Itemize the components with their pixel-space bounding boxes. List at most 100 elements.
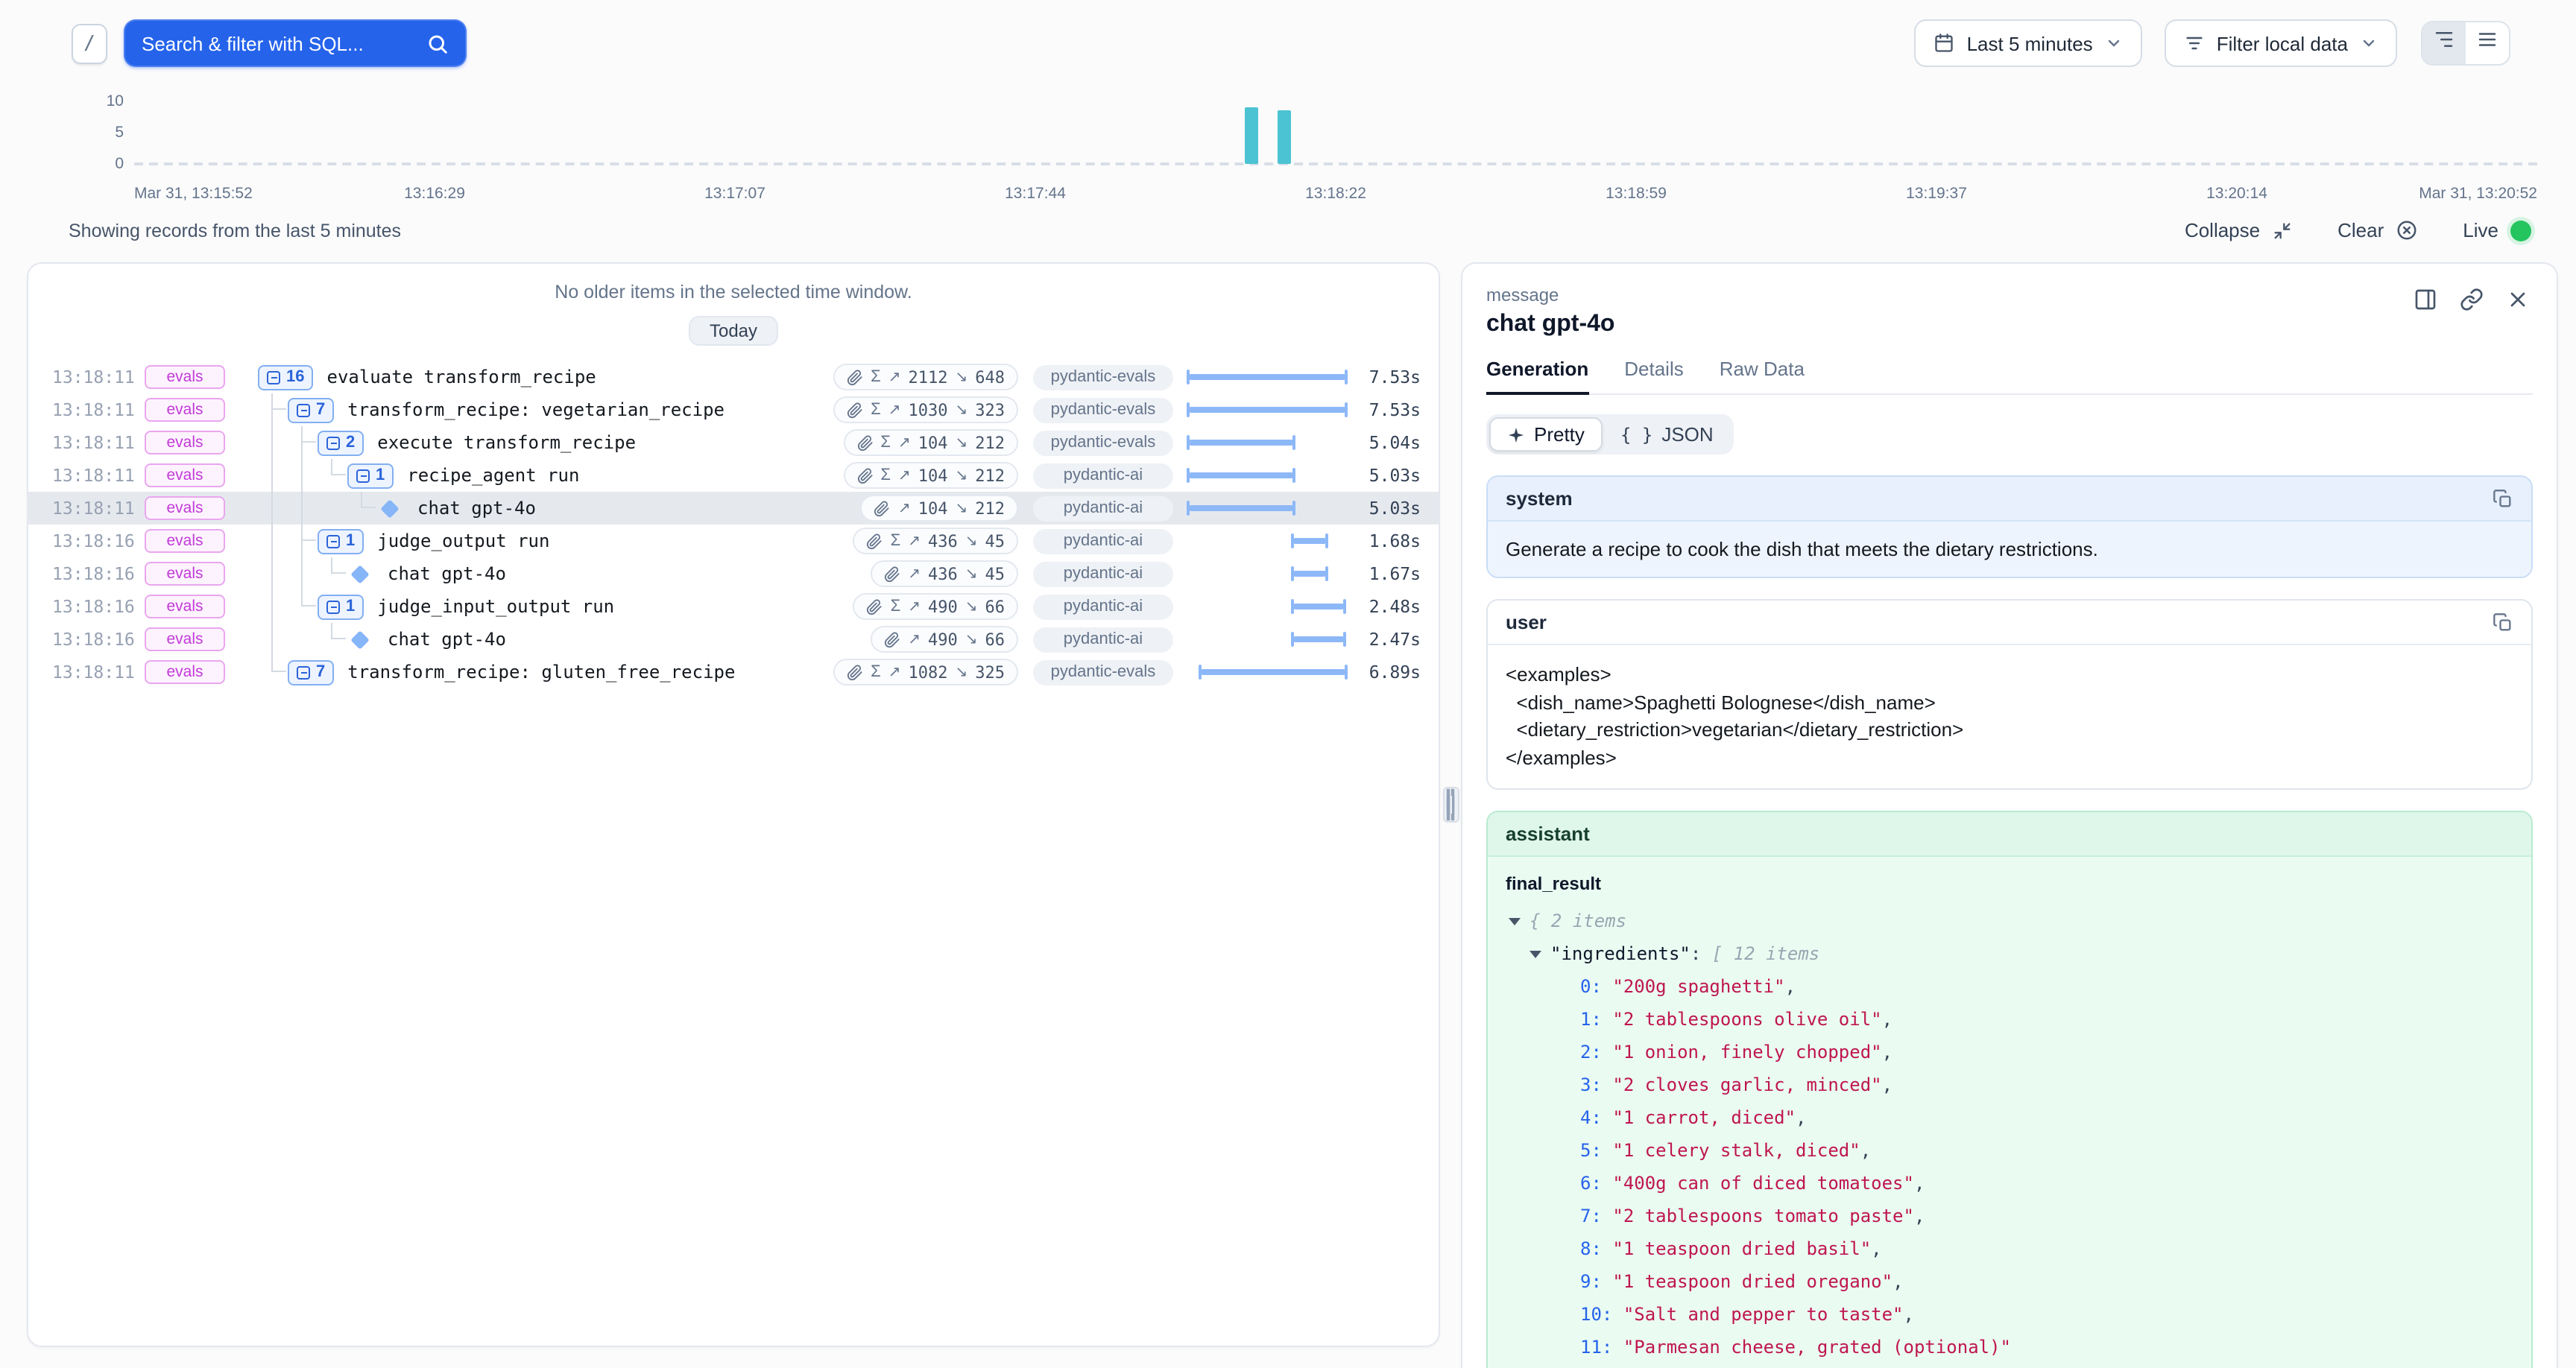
duration-track [1188,393,1346,426]
child-count: 7 [316,401,325,419]
tree-guide [258,492,288,525]
package-badge[interactable]: pydantic-ai [1033,463,1173,488]
package-badge[interactable]: pydantic-ai [1033,627,1173,652]
json-mode-button[interactable]: { } JSON [1603,417,1731,452]
package-badge[interactable]: pydantic-ai [1033,594,1173,619]
duration-label: 5.03s [1346,465,1421,486]
span-metadata-pill[interactable]: ↗104 ↘212 [861,495,1018,522]
span-metadata-pill[interactable]: Σ ↗104 ↘212 [843,462,1018,489]
live-toggle[interactable]: Live [2463,219,2531,241]
collapse-button[interactable]: Collapse [2185,219,2293,241]
package-badge[interactable]: pydantic-evals [1033,364,1173,390]
json-root-line[interactable]: { 2 items [1506,905,2513,937]
final-result-label: final_result [1506,873,2513,894]
package-badge[interactable]: pydantic-ai [1033,495,1173,521]
trace-row[interactable]: 13:18:11 evals 16 evaluate transform_rec… [28,361,1439,393]
chart-bar[interactable] [1244,107,1257,164]
tab-raw-data[interactable]: Raw Data [1720,358,1805,393]
trace-row[interactable]: 13:18:11 evals 7 transform_recipe: glute… [28,656,1439,688]
tab-generation[interactable]: Generation [1486,358,1588,393]
trace-row[interactable]: 13:18:11 evals 2 execute transform_recip… [28,426,1439,459]
row-tag-badge[interactable]: evals [145,529,225,553]
json-index: 3: [1580,1068,1612,1101]
row-tag-badge[interactable]: evals [145,595,225,618]
filter-local-data-button[interactable]: Filter local data [2165,19,2397,67]
trace-row[interactable]: 13:18:11 evals chat gpt-4o ↗104 ↘212 pyd… [28,492,1439,525]
tokens-out-count: 648 [975,367,1005,387]
package-badge[interactable]: pydantic-evals [1033,397,1173,422]
leaf-span-diamond-icon [350,564,369,583]
span-metadata-pill[interactable]: Σ ↗1030 ↘323 [833,396,1018,423]
detail-panel: message chat gpt-4o Generation Details R… [1461,262,2558,1368]
collapse-minus-icon [326,436,340,449]
span-metadata-pill[interactable]: Σ ↗436 ↘45 [853,528,1018,554]
expand-collapse-button[interactable]: 1 [318,528,364,554]
span-metadata-pill[interactable]: ↗490 ↘66 [871,626,1018,653]
package-badge[interactable]: pydantic-ai [1033,561,1173,586]
expand-collapse-button[interactable]: 7 [288,397,334,422]
expand-collapse-button[interactable]: 7 [288,659,334,685]
span-metadata-pill[interactable]: ↗436 ↘45 [871,560,1018,587]
copy-link-icon[interactable] [2460,288,2484,311]
expand-collapse-button[interactable]: 1 [347,463,394,488]
attachment-icon [856,467,873,484]
row-tag-badge[interactable]: evals [145,398,225,422]
tab-details[interactable]: Details [1624,358,1684,393]
tokens-in-count: 104 [918,466,948,485]
copy-button[interactable] [2493,488,2513,509]
trace-row[interactable]: 13:18:16 evals chat gpt-4o ↗436 ↘45 pyda… [28,557,1439,590]
chart-bar[interactable] [1278,111,1292,164]
tree-view-icon [2433,28,2455,58]
expand-collapse-button[interactable]: 2 [318,430,364,455]
span-name: transform_recipe: gluten_free_recipe [347,662,735,683]
row-tag-badge[interactable]: evals [145,463,225,487]
json-array-item: 5: "1 celery stalk, diced", [1506,1134,2513,1167]
trace-row[interactable]: 13:18:16 evals 1 judge_output run Σ ↗436… [28,525,1439,557]
tokens-in-count: 1082 [908,662,947,682]
span-metadata-pill[interactable]: Σ ↗104 ↘212 [843,429,1018,456]
child-count: 1 [346,532,355,550]
json-comma: , [1882,1036,1892,1068]
duration-track [1188,623,1346,656]
today-pill[interactable]: Today [689,316,778,346]
list-view-button[interactable] [2466,22,2509,64]
trace-row[interactable]: 13:18:11 evals 7 transform_recipe: veget… [28,393,1439,426]
clear-button[interactable]: Clear [2337,219,2418,241]
row-tag-badge[interactable]: evals [145,496,225,520]
live-label: Live [2463,219,2498,241]
json-key-line[interactable]: "ingredients": [ 12 items [1506,937,2513,970]
row-tag-badge[interactable]: evals [145,562,225,586]
package-badge[interactable]: pydantic-evals [1033,659,1173,685]
slash-shortcut-key[interactable]: / [72,23,107,63]
span-metadata-pill[interactable]: Σ ↗1082 ↘325 [833,659,1018,685]
json-array-items: 0: "200g spaghetti", 1: "2 tablespoons o… [1506,970,2513,1364]
sql-search-button[interactable]: Search & filter with SQL... [124,19,467,67]
row-tag-badge[interactable]: evals [145,660,225,684]
package-badge[interactable]: pydantic-ai [1033,528,1173,554]
pretty-mode-button[interactable]: Pretty [1489,417,1603,452]
tokens-in-icon: ↗ [908,631,921,647]
row-tag-badge[interactable]: evals [145,365,225,389]
expand-collapse-button[interactable]: 16 [258,364,314,390]
package-badge[interactable]: pydantic-evals [1033,430,1173,455]
trace-row[interactable]: 13:18:16 evals chat gpt-4o ↗490 ↘66 pyda… [28,623,1439,656]
records-timeline-chart[interactable]: 1050 Mar 31, 13:15:5213:16:2913:17:0713:… [83,83,2537,203]
time-range-button[interactable]: Last 5 minutes [1915,19,2142,67]
tokens-out-count: 212 [975,433,1005,452]
expand-collapse-button[interactable]: 1 [318,594,364,619]
panel-resize-handle[interactable] [1443,787,1459,823]
json-array-item: 0: "200g spaghetti", [1506,970,2513,1003]
json-colon: : [1690,937,1712,970]
row-tag-badge[interactable]: evals [145,627,225,651]
copy-button[interactable] [2493,612,2513,633]
row-tree: 1 judge_input_output run [258,590,853,623]
span-metadata-pill[interactable]: Σ ↗2112 ↘648 [833,364,1018,390]
trace-row[interactable]: 13:18:16 evals 1 judge_input_output run … [28,590,1439,623]
tree-view-button[interactable] [2422,22,2466,64]
trace-row[interactable]: 13:18:11 evals 1 recipe_agent run Σ ↗104… [28,459,1439,492]
row-tag-badge[interactable]: evals [145,431,225,455]
dock-panel-icon[interactable] [2414,288,2437,311]
attachment-icon [874,500,891,516]
close-icon[interactable] [2506,288,2530,311]
span-metadata-pill[interactable]: Σ ↗490 ↘66 [853,593,1018,620]
